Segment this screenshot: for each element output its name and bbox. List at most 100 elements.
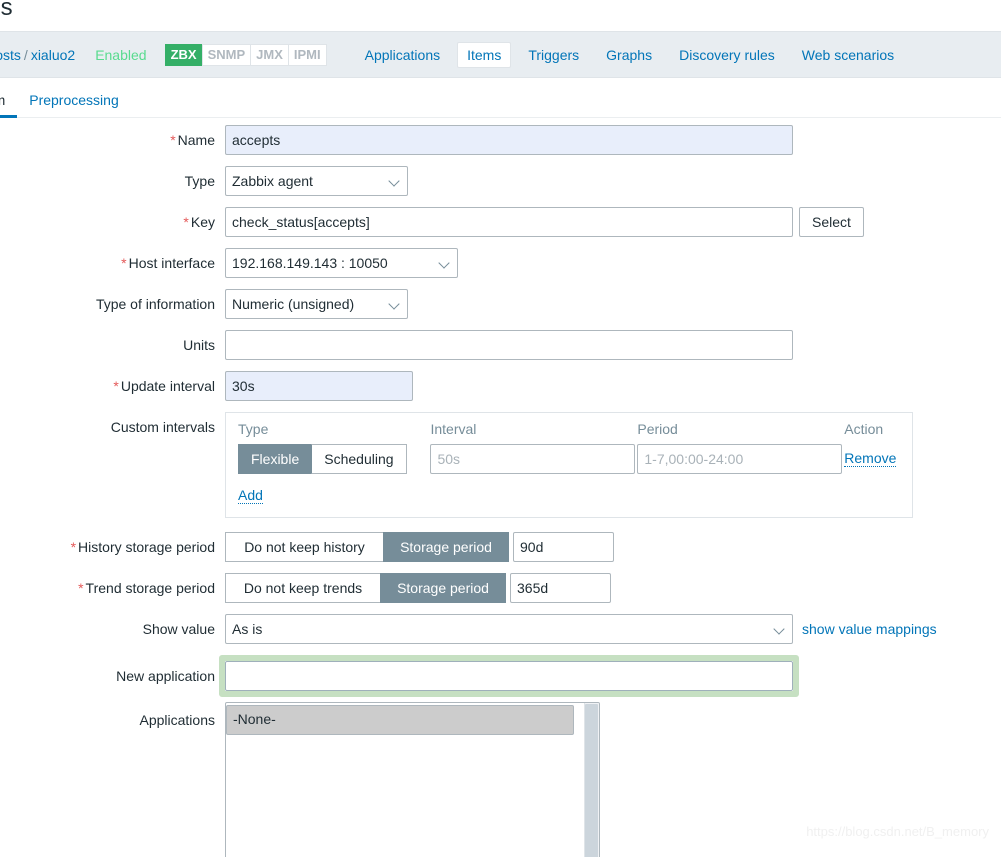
form-row-type-of-information: Type of information Numeric (unsigned) bbox=[0, 289, 1001, 319]
segmented-control-history: Do not keep history Storage period bbox=[225, 532, 509, 562]
label-type: Type bbox=[184, 173, 215, 189]
label-applications: Applications bbox=[139, 712, 216, 728]
item-form: *Name Type Zabbix agent *Key Select bbox=[0, 125, 1001, 857]
show-value-mappings-link[interactable]: show value mappings bbox=[802, 621, 937, 637]
nav-link-applications[interactable]: Applications bbox=[355, 42, 451, 68]
option-trend-storage-period[interactable]: Storage period bbox=[380, 573, 506, 603]
chevron-down-icon bbox=[440, 258, 451, 269]
breadcrumb-host-link[interactable]: xialuo2 bbox=[31, 47, 75, 63]
custom-intervals-table: Type Interval Period Action Flexible Sch… bbox=[225, 412, 913, 518]
units-input[interactable] bbox=[225, 330, 793, 360]
type-of-information-select[interactable]: Numeric (unsigned) bbox=[225, 289, 408, 319]
control-custom-intervals: Type Interval Period Action Flexible Sch… bbox=[225, 412, 913, 518]
control-history-storage-period: Do not keep history Storage period bbox=[225, 532, 614, 562]
add-interval-link[interactable]: Add bbox=[238, 487, 263, 504]
segmented-control-type: Flexible Scheduling bbox=[238, 444, 407, 474]
type-select[interactable]: Zabbix agent bbox=[225, 166, 408, 196]
form-row-history-storage-period: * History storage period Do not keep hist… bbox=[0, 532, 1001, 562]
header-action: Action bbox=[844, 421, 884, 437]
page-title: Items bbox=[0, 0, 13, 21]
applications-multiselect[interactable]: -None- bbox=[225, 702, 600, 857]
required-asterisk: * bbox=[121, 255, 127, 271]
control-trend-storage-period: Do not keep trends Storage period bbox=[225, 573, 611, 603]
control-type-of-information: Numeric (unsigned) bbox=[225, 289, 408, 319]
form-row-name: * Name bbox=[0, 125, 1001, 155]
custom-intervals-header-row: Type Interval Period Action bbox=[238, 421, 902, 437]
new-application-focus-ring bbox=[219, 655, 799, 697]
nav-link-items[interactable]: Items bbox=[457, 41, 512, 68]
required-asterisk: * bbox=[170, 132, 176, 148]
host-status-enabled[interactable]: Enabled bbox=[95, 47, 146, 63]
option-scheduling[interactable]: Scheduling bbox=[311, 444, 407, 474]
key-input[interactable] bbox=[225, 207, 793, 237]
applications-scrollbar[interactable] bbox=[584, 703, 599, 857]
header-period: Period bbox=[637, 421, 678, 437]
control-host-interface: 192.168.149.143 : 10050 bbox=[225, 248, 458, 278]
label-host-interface: * Host interface bbox=[121, 255, 215, 271]
name-input[interactable] bbox=[225, 125, 793, 155]
custom-interval-input[interactable] bbox=[430, 444, 636, 474]
interface-badge-snmp[interactable]: SNMP bbox=[201, 43, 252, 66]
nav-link-graphs[interactable]: Graphs bbox=[596, 42, 662, 68]
breadcrumb-all-hosts-link[interactable]: All hosts bbox=[0, 47, 21, 63]
breadcrumb: All hosts/xialuo2 bbox=[0, 47, 75, 63]
custom-period-input[interactable] bbox=[637, 444, 843, 474]
nav-link-discovery-rules[interactable]: Discovery rules bbox=[669, 42, 785, 68]
nav-link-web-scenarios[interactable]: Web scenarios bbox=[792, 42, 904, 68]
form-row-type: Type Zabbix agent bbox=[0, 166, 1001, 196]
host-interface-select[interactable]: 192.168.149.143 : 10050 bbox=[225, 248, 458, 278]
breadcrumb-separator: / bbox=[23, 46, 28, 63]
host-nav-links: Applications Items Triggers Graphs Disco… bbox=[355, 41, 912, 68]
type-of-information-select-value: Numeric (unsigned) bbox=[232, 296, 355, 312]
interface-badge-ipmi[interactable]: IPMI bbox=[287, 43, 327, 66]
required-asterisk: * bbox=[113, 378, 119, 394]
history-storage-period-input[interactable] bbox=[513, 532, 614, 562]
option-do-not-keep-history[interactable]: Do not keep history bbox=[225, 532, 383, 562]
label-name: * Name bbox=[170, 132, 215, 148]
option-do-not-keep-trends[interactable]: Do not keep trends bbox=[225, 573, 380, 603]
remove-interval-link[interactable]: Remove bbox=[844, 450, 897, 467]
form-row-trend-storage-period: * Trend storage period Do not keep trends… bbox=[0, 573, 1001, 603]
tab-preprocessing[interactable]: Preprocessing bbox=[17, 92, 131, 117]
segmented-control-trends: Do not keep trends Storage period bbox=[225, 573, 506, 603]
header-interval: Interval bbox=[430, 421, 477, 437]
label-show-value: Show value bbox=[142, 621, 215, 637]
form-row-custom-intervals: Custom intervals Type Interval Period Ac… bbox=[0, 412, 1001, 518]
interface-badge-jmx[interactable]: JMX bbox=[250, 43, 289, 66]
option-history-storage-period[interactable]: Storage period bbox=[383, 532, 509, 562]
zabbix-item-config-page: Items All hosts/xialuo2 Enabled ZBX SNMP… bbox=[0, 0, 1001, 857]
show-value-select-value: As is bbox=[232, 621, 263, 637]
applications-option-none[interactable]: -None- bbox=[226, 705, 574, 735]
option-flexible[interactable]: Flexible bbox=[238, 444, 312, 474]
custom-intervals-row: Flexible Scheduling Remove bbox=[238, 444, 902, 474]
applications-scrollbar-thumb[interactable] bbox=[585, 704, 598, 857]
chevron-down-icon bbox=[390, 299, 401, 310]
update-interval-input[interactable] bbox=[225, 371, 413, 401]
interval-type-toggle: Flexible Scheduling bbox=[238, 444, 430, 474]
form-row-host-interface: * Host interface 192.168.149.143 : 10050 bbox=[0, 248, 1001, 278]
key-select-button[interactable]: Select bbox=[799, 207, 864, 237]
label-units: Units bbox=[183, 337, 215, 353]
control-key: Select bbox=[225, 207, 864, 237]
label-history-storage-period: * History storage period bbox=[70, 539, 215, 555]
label-custom-intervals: Custom intervals bbox=[110, 419, 215, 435]
label-key: * Key bbox=[183, 214, 215, 230]
control-type: Zabbix agent bbox=[225, 166, 408, 196]
period-cell bbox=[637, 444, 844, 474]
chevron-down-icon bbox=[775, 624, 786, 635]
interval-cell bbox=[430, 444, 637, 474]
add-interval-row: Add bbox=[238, 487, 902, 505]
nav-link-triggers[interactable]: Triggers bbox=[518, 42, 589, 68]
control-new-application bbox=[219, 655, 799, 697]
form-row-show-value: Show value As is show value mappings bbox=[0, 614, 1001, 644]
trend-storage-period-input[interactable] bbox=[510, 573, 611, 603]
interface-badge-zbx[interactable]: ZBX bbox=[164, 43, 203, 66]
show-value-select[interactable]: As is bbox=[225, 614, 793, 644]
control-applications: -None- bbox=[225, 702, 600, 857]
new-application-input[interactable] bbox=[225, 661, 793, 691]
control-units bbox=[225, 330, 793, 360]
tab-item[interactable]: Item bbox=[0, 92, 18, 118]
control-name bbox=[225, 125, 793, 155]
label-trend-storage-period: * Trend storage period bbox=[78, 580, 215, 596]
label-type-of-information: Type of information bbox=[95, 296, 215, 312]
